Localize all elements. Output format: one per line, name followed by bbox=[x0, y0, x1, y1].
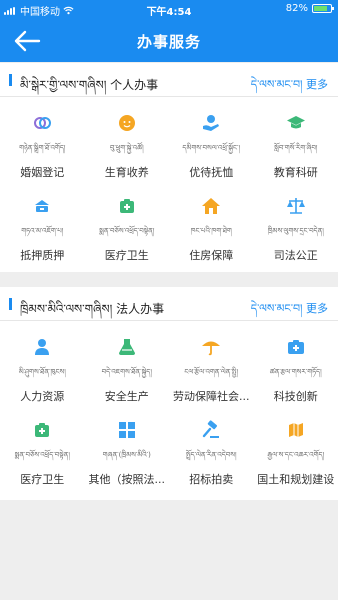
legal-services-section: ཁྲིམས་མིའི་ལས་གཞིས། 法人办事 དེ་ལས་མང་བ། 更多 … bbox=[0, 287, 338, 500]
childbirth-icon bbox=[118, 115, 135, 131]
service-label-tibetan: གཉེན་སྒྲིག་ཐོ་འགོད། bbox=[19, 144, 66, 152]
service-label-tibetan: སྨན་བཅོས་འཕྲོད་བསྟེན། bbox=[99, 227, 155, 235]
service-item[interactable]: གཏའ་མ་འཇོག་པ། 抵押质押 bbox=[0, 186, 85, 269]
service-item[interactable]: གཉེན་སྒྲིག་ཐོ་འགོད། 婚姻登记 bbox=[0, 103, 85, 186]
hr-icon bbox=[35, 339, 50, 355]
service-label: 国土和规划建设 bbox=[257, 473, 335, 486]
service-item[interactable]: ཁང་པའི་ཁག་ཐེག 住房保障 bbox=[169, 186, 254, 269]
service-label-tibetan: གཞན་(ཁྲིམས་མིའི་) bbox=[102, 451, 151, 459]
service-item[interactable]: ངལ་རྩོལ་འགན་ལེན་སྤྱི། 劳动保障社会... bbox=[169, 327, 254, 410]
service-item[interactable]: སྨན་བཅོས་འཕྲོད་བསྟེན། 医疗卫生 bbox=[85, 186, 170, 269]
nav-bar: 办事服务 bbox=[0, 20, 338, 62]
service-label-tibetan: དམིགས་བསལ་འཕྲོ་སྐྱོང་། bbox=[182, 144, 241, 152]
service-label: 优待抚恤 bbox=[189, 166, 234, 179]
service-item[interactable]: ཁྲིམས་ལུགས་དྲང་བདེན། 司法公正 bbox=[254, 186, 338, 269]
service-item[interactable]: སྤྲོད་ལེན་རིན་འདེབས། 招标拍卖 bbox=[169, 410, 254, 493]
service-label-tibetan: བུ་ཕྲུག་སྐྱེ་འཚོ། bbox=[109, 144, 144, 152]
medical-icon bbox=[119, 199, 134, 213]
service-item[interactable]: སྨན་བཅོས་འཕྲོད་བསྟེན། 医疗卫生 bbox=[0, 410, 85, 493]
service-label: 医疗卫生 bbox=[104, 249, 149, 262]
more-link[interactable]: དེ་ལས་མང་བ། 更多 bbox=[251, 296, 328, 327]
page-title: 办事服务 bbox=[136, 33, 201, 51]
service-label-tibetan: ངལ་རྩོལ་འགན་ལེན་སྤྱི། bbox=[184, 368, 239, 376]
service-label: 住房保障 bbox=[189, 249, 234, 262]
service-label: 劳动保障社会... bbox=[173, 390, 250, 403]
safety-icon bbox=[118, 339, 135, 355]
service-label: 安全生产 bbox=[104, 390, 149, 403]
battery-percent: 82% bbox=[285, 3, 308, 14]
mortgage-icon bbox=[35, 200, 50, 212]
service-label-tibetan: ཚན་རྩལ་གསར་གཏོད། bbox=[269, 368, 322, 376]
status-bar: 中国移动 下午4:54 82% bbox=[0, 0, 338, 20]
personal-services-section: མི་སྒེར་གྱི་ལས་གཞིས། 个人办事 དེ་ལས་མང་བ། 更多… bbox=[0, 63, 338, 272]
service-item[interactable]: མི་ཤུགས་ཐོན་ཁུངས། 人力资源 bbox=[0, 327, 85, 410]
justice-icon bbox=[286, 198, 305, 214]
education-icon bbox=[286, 116, 305, 129]
service-label-tibetan: ཁང་པའི་ཁག་ཐེག bbox=[190, 227, 232, 235]
section-title: ཁྲིམས་མིའི་ལས་གཞིས། 法人办事 bbox=[20, 302, 165, 316]
marriage-icon bbox=[34, 117, 52, 129]
labor-icon bbox=[202, 341, 221, 356]
section-header: ཁྲིམས་མིའི་ལས་གཞིས། 法人办事 དེ་ལས་མང་བ། 更多 bbox=[0, 287, 338, 321]
service-label: 人力资源 bbox=[20, 390, 65, 403]
auction-icon bbox=[203, 420, 220, 438]
section-accent-bar bbox=[9, 74, 12, 86]
housing-icon bbox=[202, 198, 221, 214]
service-label-tibetan: བདེ་འཇགས་ཐོན་སྐྱེད། bbox=[101, 368, 152, 376]
service-label: 婚姻登记 bbox=[20, 166, 65, 179]
service-item[interactable]: རྒྱལ་ས་དང་འཆར་འགོད། 国土和规划建设 bbox=[254, 410, 338, 493]
service-grid: གཉེན་སྒྲིག་ཐོ་འགོད། 婚姻登记 བུ་ཕྲུག་སྐྱེ་འཚོ།… bbox=[0, 97, 338, 269]
tech-icon bbox=[287, 340, 304, 354]
service-item[interactable]: བུ་ཕྲུག་སྐྱེ་འཚོ། 生育收养 bbox=[85, 103, 170, 186]
service-label: 生育收养 bbox=[104, 166, 149, 179]
service-label-tibetan: སློབ་གསོ་རིག་ཞིབ། bbox=[274, 144, 318, 152]
service-item[interactable]: གཞན་(ཁྲིམས་མིའི་) 其他（按照法... bbox=[85, 410, 170, 493]
service-item[interactable]: ཚན་རྩལ་གསར་གཏོད། 科技创新 bbox=[254, 327, 338, 410]
service-label-tibetan: མི་ཤུགས་ཐོན་ཁུངས། bbox=[18, 368, 66, 376]
preferential-care-icon bbox=[203, 115, 220, 131]
other-icon bbox=[118, 422, 135, 438]
section-header: མི་སྒེར་གྱི་ལས་གཞིས། 个人办事 དེ་ལས་མང་བ། 更多 bbox=[0, 63, 338, 97]
service-item[interactable]: དམིགས་བསལ་འཕྲོ་སྐྱོང་། 优待抚恤 bbox=[169, 103, 254, 186]
service-label-tibetan: གཏའ་མ་འཇོག་པ། bbox=[21, 227, 64, 235]
service-label: 招标拍卖 bbox=[189, 473, 234, 486]
section-title: མི་སྒེར་གྱི་ལས་གཞིས། 个人办事 bbox=[20, 78, 159, 92]
service-label-tibetan: ཁྲིམས་ལུགས་དྲང་བདེན། bbox=[267, 227, 324, 235]
service-label: 司法公正 bbox=[273, 249, 318, 262]
service-item[interactable]: བདེ་འཇགས་ཐོན་སྐྱེད། 安全生产 bbox=[85, 327, 170, 410]
more-link[interactable]: དེ་ལས་མང་བ། 更多 bbox=[251, 72, 328, 103]
battery-icon bbox=[312, 4, 334, 13]
service-label: 医疗卫生 bbox=[20, 473, 65, 486]
section-accent-bar bbox=[9, 298, 12, 310]
service-item[interactable]: སློབ་གསོ་རིག་ཞིབ། 教育科研 bbox=[254, 103, 338, 186]
land-planning-icon bbox=[288, 423, 303, 437]
service-label: 教育科研 bbox=[273, 166, 318, 179]
service-label: 抵押质押 bbox=[20, 249, 65, 262]
medical-icon bbox=[35, 423, 50, 437]
service-label-tibetan: སྨན་བཅོས་འཕྲོད་བསྟེན། bbox=[14, 451, 70, 459]
service-label-tibetan: རྒྱལ་ས་དང་འཆར་འགོད། bbox=[267, 451, 325, 459]
service-grid: མི་ཤུགས་ཐོན་ཁུངས། 人力资源 བདེ་འཇགས་ཐོན་སྐྱེད།… bbox=[0, 321, 338, 493]
service-label: 科技创新 bbox=[273, 390, 318, 403]
service-label-tibetan: སྤྲོད་ལེན་རིན་འདེབས། bbox=[185, 451, 237, 459]
service-label: 其他（按照法... bbox=[88, 473, 166, 486]
